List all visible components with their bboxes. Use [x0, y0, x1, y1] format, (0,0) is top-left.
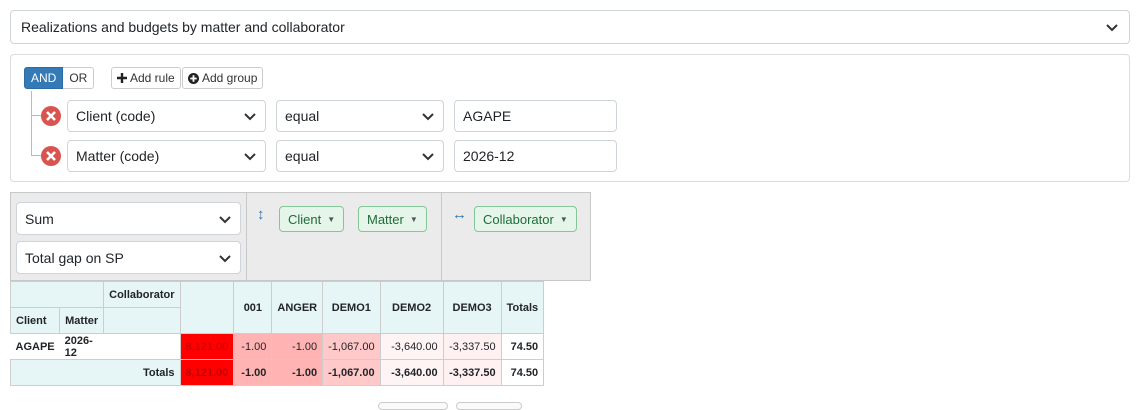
delete-rule-icon[interactable]: [41, 106, 61, 126]
totals-col-header: Totals: [500, 281, 545, 334]
row-spacer: [104, 334, 180, 360]
bottom-button[interactable]: [456, 402, 522, 410]
plus-icon: [117, 73, 127, 83]
add-rule-label: Add rule: [130, 71, 175, 85]
field-pill-collaborator[interactable]: Collaborator ▼: [474, 206, 577, 232]
col-header: DEMO3: [442, 281, 502, 334]
vertical-arrow-icon[interactable]: ↕: [257, 206, 265, 223]
chevron-down-icon: [244, 153, 256, 161]
field-pill-label: Client: [288, 211, 322, 227]
cell-value: -3,640.00: [379, 359, 444, 386]
col-fields-panel[interactable]: ↔ Collaborator ▼: [441, 192, 591, 281]
row-fields-panel[interactable]: ↕ Client ▼ Matter ▼: [246, 192, 442, 281]
totals-row-label: Totals: [10, 359, 181, 386]
caret-down-icon[interactable]: ▼: [560, 215, 568, 224]
cell-value: -3,640.00: [379, 333, 444, 360]
rule-operator-select[interactable]: equal: [276, 100, 444, 132]
field-pill-label: Collaborator: [483, 211, 554, 227]
row-client: AGAPE: [15, 340, 55, 353]
bottom-button[interactable]: [378, 402, 448, 410]
rule-row: Matter (code) equal 2026-12: [41, 140, 617, 172]
cell-value: -1.00: [233, 359, 273, 386]
report-select[interactable]: Realizations and budgets by matter and c…: [10, 10, 1130, 44]
col-header-label: Collaborator: [103, 281, 181, 308]
or-button[interactable]: OR: [63, 67, 95, 89]
tree-connector: [31, 91, 41, 116]
rule-value-input[interactable]: 2026-12: [454, 140, 617, 172]
col-header-empty: [179, 281, 235, 334]
cell-value: -1,067.00: [322, 359, 381, 386]
query-builder: AND OR Add rule Add group Client (code) …: [10, 54, 1130, 182]
field-pill-matter[interactable]: Matter ▼: [358, 206, 427, 232]
add-group-button[interactable]: Add group: [182, 67, 264, 89]
cell-value: -1,067.00: [322, 333, 381, 360]
pivot-table: Collaborator 001 ANGER DEMO1 DEMO2 DEMO3…: [9, 281, 545, 386]
rule-operator-value: equal: [285, 108, 320, 124]
rule-field-select[interactable]: Client (code): [67, 100, 266, 132]
chevron-down-icon: [422, 113, 434, 121]
report-select-value: Realizations and budgets by matter and c…: [21, 19, 345, 35]
cell-value: 8,121.00: [179, 333, 235, 360]
add-group-label: Add group: [202, 71, 258, 85]
col-header: DEMO1: [322, 281, 381, 334]
attribute-select[interactable]: Total gap on SP: [16, 241, 241, 274]
cell-value: -3,337.50: [442, 333, 502, 360]
row-header-label: Matter: [59, 307, 105, 334]
col-header: 001: [233, 281, 273, 334]
cell-value: -1.00: [271, 333, 324, 360]
row-matter: 2026-12: [64, 334, 93, 359]
delete-rule-icon[interactable]: [41, 146, 61, 166]
chevron-down-icon: [422, 153, 434, 161]
rule-row: Client (code) equal AGAPE: [41, 100, 617, 132]
chevron-down-icon: [1106, 24, 1118, 32]
col-header: DEMO2: [379, 281, 444, 334]
cell-value: -1.00: [233, 333, 273, 360]
aggregator-panel: Sum Total gap on SP: [10, 192, 247, 281]
row-header-spacer: [103, 307, 181, 334]
totals-row: Totals 8,121.00 -1.00 -1.00 -1,067.00 -3…: [10, 359, 545, 386]
rule-operator-select[interactable]: equal: [276, 140, 444, 172]
rule-field-select[interactable]: Matter (code): [67, 140, 266, 172]
caret-down-icon[interactable]: ▼: [410, 215, 418, 224]
cell-value: -1.00: [271, 359, 324, 386]
pivot-corner: [9, 281, 105, 308]
col-header: ANGER: [271, 281, 324, 334]
chevron-down-icon: [219, 254, 231, 262]
row-total: 74.50: [500, 333, 545, 360]
aggregator-select[interactable]: Sum: [16, 202, 241, 235]
rule-field-value: Matter (code): [76, 148, 160, 164]
attribute-value: Total gap on SP: [25, 249, 124, 266]
caret-down-icon[interactable]: ▼: [327, 215, 335, 224]
rule-value-input[interactable]: AGAPE: [454, 100, 617, 132]
table-row: AGAPE 2026-12 8,121.00 -1.00 -1.00 -1,06…: [11, 333, 545, 360]
add-rule-button[interactable]: Add rule: [111, 67, 181, 89]
rule-operator-value: equal: [285, 148, 320, 164]
plus-circle-icon: [188, 72, 199, 84]
aggregator-value: Sum: [25, 210, 54, 227]
horizontal-arrow-icon[interactable]: ↔: [452, 206, 467, 223]
chevron-down-icon: [219, 215, 231, 223]
cell-value: 8,121.00: [179, 359, 235, 386]
and-button[interactable]: AND: [24, 67, 64, 89]
grand-total: 74.50: [500, 359, 545, 386]
chevron-down-icon: [244, 113, 256, 121]
field-pill-client[interactable]: Client ▼: [279, 206, 345, 232]
rule-field-value: Client (code): [76, 108, 156, 124]
tree-connector: [31, 115, 41, 156]
field-pill-label: Matter: [367, 211, 404, 227]
cell-value: -3,337.50: [442, 359, 502, 386]
row-header-label: Client: [9, 307, 61, 334]
condition-toggle: AND OR: [24, 67, 95, 89]
